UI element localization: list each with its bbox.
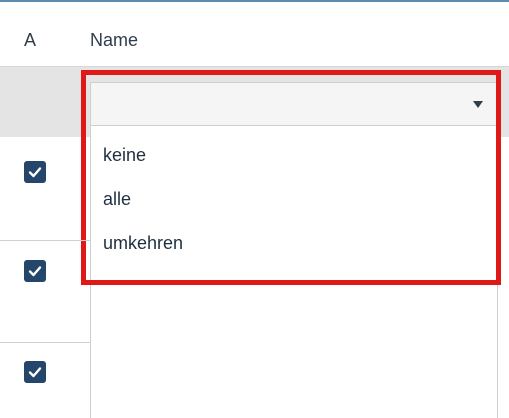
chevron-down-icon[interactable] [473, 101, 483, 108]
dropdown-option-keine[interactable]: keine [103, 144, 183, 188]
filter-dropdown-panel: keine alle umkehren [90, 126, 498, 418]
row-separator [0, 342, 90, 343]
row-separator [0, 240, 90, 241]
dropdown-option-umkehren[interactable]: umkehren [103, 232, 183, 276]
table-header: A Name [0, 2, 509, 67]
dropdown-option-alle[interactable]: alle [103, 188, 183, 232]
dropdown-options: keine alle umkehren [103, 144, 183, 276]
check-icon [28, 167, 42, 178]
name-filter-select[interactable] [90, 82, 498, 126]
column-header-a[interactable]: A [24, 30, 36, 51]
row-checkbox[interactable] [24, 361, 46, 383]
check-icon [28, 266, 42, 277]
row-checkbox[interactable] [24, 260, 46, 282]
check-icon [28, 367, 42, 378]
column-header-name[interactable]: Name [90, 30, 138, 51]
row-checkbox[interactable] [24, 161, 46, 183]
